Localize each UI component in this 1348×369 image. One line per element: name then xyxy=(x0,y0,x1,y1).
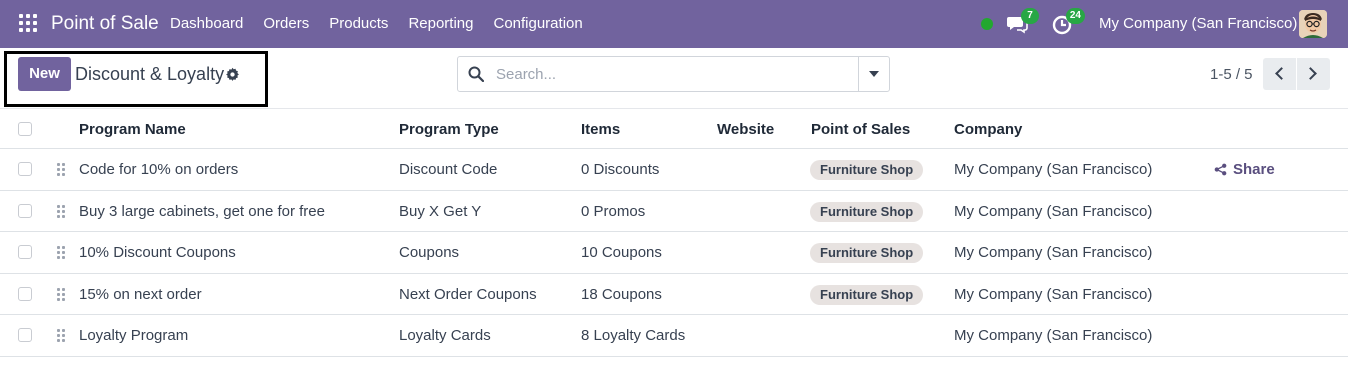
user-avatar[interactable] xyxy=(1299,10,1327,38)
caret-down-icon xyxy=(869,71,879,77)
activities-clock-icon[interactable]: 24 xyxy=(1051,8,1085,36)
search-bar xyxy=(457,56,890,92)
drag-handle-icon[interactable] xyxy=(57,204,65,218)
program-company: My Company (San Francisco) xyxy=(954,202,1153,220)
new-button[interactable]: New xyxy=(18,57,71,91)
select-all-checkbox[interactable] xyxy=(18,122,32,136)
search-input[interactable] xyxy=(496,63,856,85)
program-company: My Company (San Francisco) xyxy=(954,244,1153,262)
column-program-type[interactable]: Program Type xyxy=(399,121,499,138)
program-company: My Company (San Francisco) xyxy=(954,285,1153,303)
main-menu: Dashboard Orders Products Reporting Conf… xyxy=(160,0,593,48)
program-name: Code for 10% on orders xyxy=(79,161,239,178)
program-name: 10% Discount Coupons xyxy=(79,244,236,262)
share-button[interactable]: Share xyxy=(1214,161,1275,178)
program-name: Buy 3 large cabinets, get one for free xyxy=(79,202,325,220)
apps-grid-icon[interactable] xyxy=(19,14,37,32)
column-company[interactable]: Company xyxy=(954,121,1022,138)
table-row[interactable]: Code for 10% on orders Discount Code 0 D… xyxy=(0,149,1348,191)
table-row[interactable]: Loyalty Program Loyalty Cards 8 Loyalty … xyxy=(0,315,1348,357)
program-name: Loyalty Program xyxy=(79,327,189,345)
program-company: My Company (San Francisco) xyxy=(954,161,1153,178)
search-options-toggle[interactable] xyxy=(858,57,889,91)
pager-previous-button[interactable] xyxy=(1263,58,1296,90)
program-type: Discount Code xyxy=(399,161,498,178)
drag-handle-icon[interactable] xyxy=(57,246,65,260)
pos-tag: Furniture Shop xyxy=(810,284,924,305)
column-website[interactable]: Website xyxy=(717,121,774,138)
column-point-of-sales[interactable]: Point of Sales xyxy=(811,121,910,138)
pos-tag: Furniture Shop xyxy=(810,201,924,222)
row-checkbox[interactable] xyxy=(18,162,32,176)
table-header: Program Name Program Type Items Website … xyxy=(0,110,1348,149)
top-navbar: Point of Sale Dashboard Orders Products … xyxy=(0,0,1348,48)
drag-handle-icon[interactable] xyxy=(57,287,65,301)
menu-configuration[interactable]: Configuration xyxy=(483,0,592,48)
pager-value[interactable]: 1-5 / 5 xyxy=(1210,66,1253,83)
menu-products[interactable]: Products xyxy=(319,0,398,48)
messages-count-badge: 7 xyxy=(1021,8,1039,24)
menu-orders[interactable]: Orders xyxy=(253,0,319,48)
program-type: Loyalty Cards xyxy=(399,327,491,345)
share-icon xyxy=(1214,163,1227,176)
company-switcher[interactable]: My Company (San Francisco) xyxy=(1099,15,1297,32)
program-items: 8 Loyalty Cards xyxy=(581,327,686,345)
row-checkbox[interactable] xyxy=(18,328,32,343)
activities-count-badge: 24 xyxy=(1065,8,1085,24)
search-icon xyxy=(468,66,485,83)
gear-icon[interactable] xyxy=(225,67,240,82)
column-items[interactable]: Items xyxy=(581,121,620,138)
program-items: 18 Coupons xyxy=(581,285,662,303)
app-title[interactable]: Point of Sale xyxy=(51,13,159,35)
share-label: Share xyxy=(1233,161,1275,178)
program-type: Next Order Coupons xyxy=(399,285,537,303)
pager-next-button[interactable] xyxy=(1297,58,1330,90)
messages-icon[interactable]: 7 xyxy=(1005,8,1039,36)
breadcrumb: Discount & Loyalty xyxy=(75,64,225,84)
row-checkbox[interactable] xyxy=(18,245,32,260)
program-type: Coupons xyxy=(399,244,460,262)
chevron-right-icon xyxy=(1304,67,1317,80)
drag-handle-icon[interactable] xyxy=(57,329,65,343)
chevron-left-icon xyxy=(1275,67,1288,80)
table-row[interactable]: 10% Discount Coupons Coupons 10 Coupons … xyxy=(0,232,1348,274)
row-checkbox[interactable] xyxy=(18,286,32,301)
program-items: 0 Discounts xyxy=(581,161,660,178)
drag-handle-icon[interactable] xyxy=(57,163,65,176)
table-row[interactable]: 15% on next order Next Order Coupons 18 … xyxy=(0,273,1348,316)
column-program-name[interactable]: Program Name xyxy=(79,121,186,138)
pos-tag: Furniture Shop xyxy=(810,243,924,264)
menu-reporting[interactable]: Reporting xyxy=(398,0,483,48)
program-items: 0 Promos xyxy=(581,202,646,220)
program-company: My Company (San Francisco) xyxy=(954,327,1153,345)
table-row[interactable]: Buy 3 large cabinets, get one for free B… xyxy=(0,190,1348,233)
program-type: Buy X Get Y xyxy=(399,202,482,220)
programs-list: Program Name Program Type Items Website … xyxy=(0,110,1348,357)
online-status-icon xyxy=(981,18,993,30)
row-checkbox[interactable] xyxy=(18,203,32,218)
program-name: 15% on next order xyxy=(79,285,202,303)
program-items: 10 Coupons xyxy=(581,244,662,262)
menu-dashboard[interactable]: Dashboard xyxy=(160,0,253,48)
pos-tag: Furniture Shop xyxy=(810,160,924,180)
